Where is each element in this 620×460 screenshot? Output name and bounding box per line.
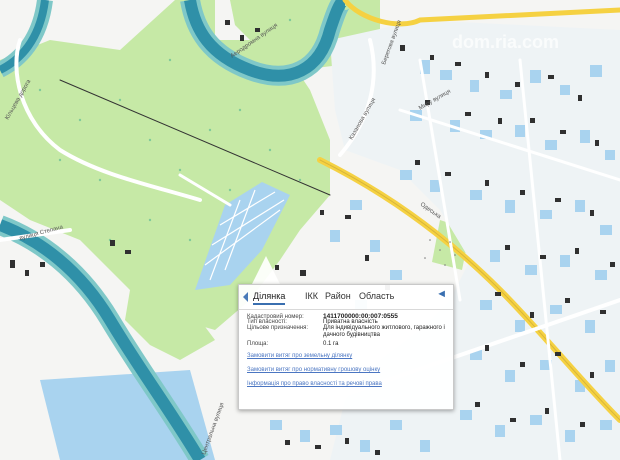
watermark: dom.ria.com (452, 32, 559, 52)
tab-prev-arrow-icon[interactable] (243, 292, 248, 302)
parcel-info-popup: Ділянка ІКК Район Область ◄ Кадастровий … (238, 284, 454, 410)
purpose-label: Цільове призначення: (247, 325, 309, 331)
area-value: 0.1 га (323, 341, 339, 347)
tab-ikk[interactable]: ІКК (305, 291, 318, 301)
purpose-value: Для індивідуального житлового, гаражного… (323, 325, 445, 338)
tab-region[interactable]: Область (359, 291, 394, 301)
popup-collapse-icon[interactable]: ◄ (436, 288, 447, 300)
popup-pointer (252, 256, 280, 284)
purpose-row: Цільове призначення: (247, 325, 323, 332)
area-row: Площа: 0.1 га (247, 341, 338, 348)
ownership-info-link[interactable]: Інформація про право власності та речові… (247, 381, 382, 387)
area-label: Площа: (247, 341, 269, 347)
tab-district[interactable]: Район (325, 291, 351, 301)
order-valuation-extract-link[interactable]: Замовити витяг про нормативну грошову оц… (247, 367, 380, 373)
order-parcel-extract-link[interactable]: Замовити витяг про земельну ділянку (247, 353, 352, 359)
popup-tabs: Ділянка ІКК Район Область ◄ (239, 285, 453, 310)
tab-parcel[interactable]: Ділянка (253, 291, 286, 305)
